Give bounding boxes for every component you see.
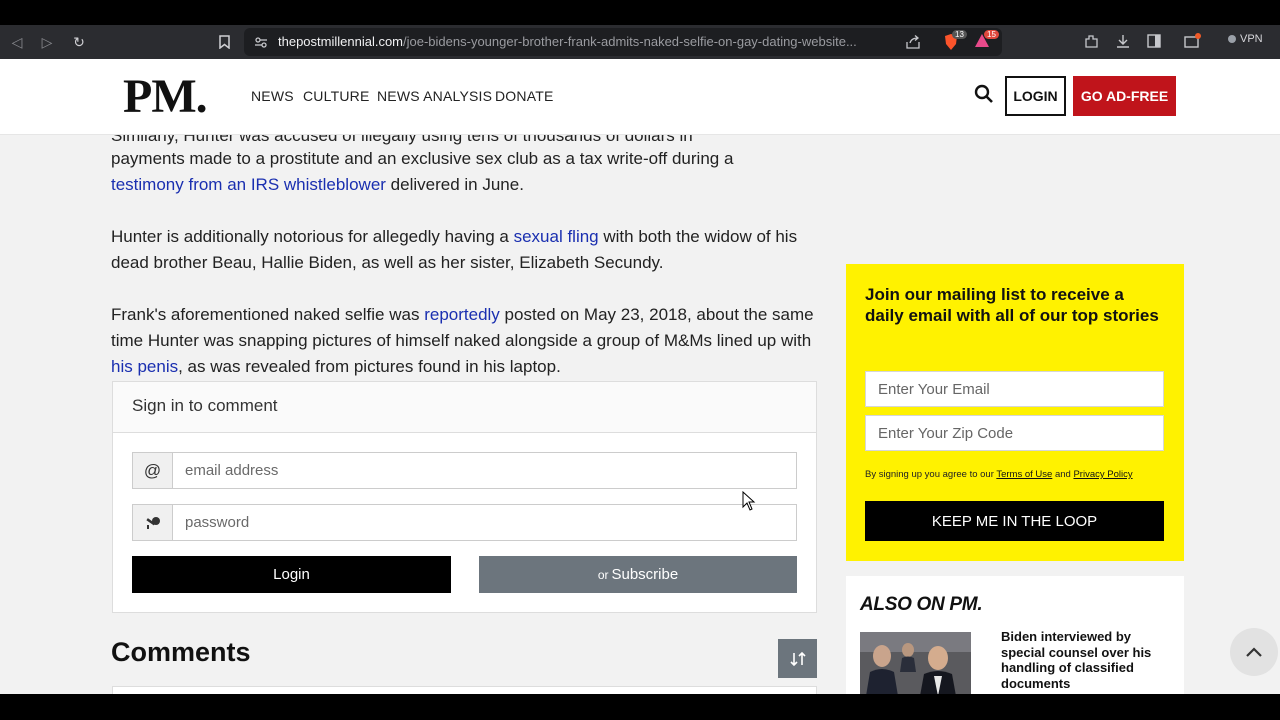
- sidebar-toggle-icon[interactable]: [1147, 34, 1161, 48]
- mailing-list-box: Join our mailing list to receive a daily…: [846, 264, 1184, 561]
- nav-news-analysis[interactable]: NEWS ANALYSIS: [377, 88, 492, 104]
- also-on-pm-box: ALSO ON PM. Biden interviewed by special…: [846, 576, 1184, 694]
- also-on-pm-title: ALSO ON PM.: [860, 594, 983, 615]
- downloads-icon[interactable]: [1116, 34, 1130, 49]
- subscribe-label: Subscribe: [611, 566, 679, 583]
- url-text[interactable]: thepostmillennial.com/joe-bidens-younger…: [278, 34, 898, 49]
- mouse-cursor-icon: [742, 490, 756, 516]
- also-on-pm-headline[interactable]: Biden interviewed by special counsel ove…: [1001, 629, 1171, 691]
- back-icon[interactable]: ◁: [6, 31, 28, 53]
- comment-login-button[interactable]: Login: [132, 556, 451, 593]
- article-paragraph-2: Hunter is additionally notorious for all…: [111, 224, 816, 276]
- rewards-count-badge: 15: [984, 30, 999, 39]
- vpn-button[interactable]: VPN: [1228, 33, 1263, 45]
- password-placeholder: password: [185, 514, 250, 531]
- terms-prefix: By signing up you agree to our: [865, 469, 997, 480]
- sign-in-comment-box: Sign in to comment @ email address passw…: [112, 381, 817, 613]
- sort-arrows-icon[interactable]: [778, 639, 817, 678]
- sign-in-heading: Sign in to comment: [113, 382, 816, 433]
- subscribe-or-text: or: [597, 567, 609, 582]
- article-text: , as was revealed from pictures found in…: [178, 357, 561, 376]
- his-penis-link[interactable]: his penis: [111, 357, 178, 376]
- mailing-email-input[interactable]: Enter Your Email: [865, 371, 1164, 407]
- at-sign-icon: @: [133, 453, 173, 488]
- site-header: PM. NEWS CULTURE NEWS ANALYSIS DONATE LO…: [0, 59, 1280, 135]
- extensions-icon[interactable]: [1084, 34, 1099, 49]
- article-paragraph-3: Frank's aforementioned naked selfie was …: [111, 302, 816, 380]
- site-logo[interactable]: PM.: [123, 69, 208, 124]
- page-content: Similarly, Hunter was accused of illegal…: [0, 135, 1280, 694]
- forward-icon[interactable]: ▷: [36, 31, 58, 53]
- share-icon[interactable]: [906, 35, 921, 49]
- sexual-fling-link[interactable]: sexual fling: [514, 227, 599, 246]
- vpn-status-icon: [1228, 35, 1236, 44]
- shield-count-badge: 13: [952, 30, 967, 39]
- mailing-zip-placeholder: Enter Your Zip Code: [878, 425, 1014, 442]
- comment-password-field[interactable]: password: [132, 504, 797, 541]
- mailing-terms-text: By signing up you agree to our Terms of …: [865, 469, 1133, 480]
- reload-icon[interactable]: ↻: [68, 31, 90, 53]
- chevron-up-icon: [1246, 647, 1262, 657]
- terms-and: and: [1052, 469, 1074, 480]
- go-ad-free-button[interactable]: GO AD-FREE: [1073, 76, 1176, 116]
- privacy-policy-link[interactable]: Privacy Policy: [1073, 469, 1132, 480]
- reportedly-link[interactable]: reportedly: [424, 305, 500, 324]
- header-login-button[interactable]: LOGIN: [1005, 76, 1066, 116]
- article-paragraph-1: payments made to a prostitute and an exc…: [111, 146, 816, 198]
- scroll-to-top-button[interactable]: [1230, 628, 1278, 676]
- mailing-email-placeholder: Enter Your Email: [878, 381, 990, 398]
- article-text: Frank's aforementioned naked selfie was: [111, 305, 425, 324]
- mailing-zip-input[interactable]: Enter Your Zip Code: [865, 415, 1164, 451]
- nav-news[interactable]: NEWS: [251, 88, 294, 104]
- terms-of-use-link[interactable]: Terms of Use: [996, 469, 1052, 480]
- article-text: Similarly, Hunter was accused of illegal…: [111, 135, 693, 145]
- top-letterbox: [0, 0, 1280, 25]
- nav-donate[interactable]: DONATE: [495, 88, 554, 104]
- article-text: delivered in June.: [385, 175, 524, 194]
- browser-toolbar: ◁ ▷ ↻ thepostmillennial.com/joe-bidens-y…: [0, 25, 1280, 59]
- address-bar[interactable]: thepostmillennial.com/joe-bidens-younger…: [244, 28, 1002, 56]
- bookmark-icon[interactable]: [213, 31, 235, 53]
- bottom-letterbox: [0, 694, 1280, 720]
- comments-list: [112, 686, 817, 694]
- comment-email-field[interactable]: @ email address: [132, 452, 797, 489]
- irs-whistleblower-link[interactable]: testimony from an IRS whistleblower: [111, 175, 386, 194]
- comments-title: Comments: [111, 637, 251, 667]
- wallet-icon[interactable]: [1184, 33, 1202, 49]
- key-icon: [133, 505, 173, 540]
- article-text: payments made to a prostitute and an exc…: [111, 149, 734, 168]
- comment-subscribe-button[interactable]: or Subscribe: [479, 556, 797, 593]
- article-text: Hunter is additionally notorious for all…: [111, 227, 514, 246]
- email-placeholder: email address: [185, 462, 279, 479]
- keep-me-in-the-loop-button[interactable]: KEEP ME IN THE LOOP: [865, 501, 1164, 541]
- also-on-pm-thumbnail[interactable]: [860, 632, 971, 694]
- search-icon[interactable]: [974, 84, 994, 104]
- nav-culture[interactable]: CULTURE: [303, 88, 369, 104]
- mailing-list-title: Join our mailing list to receive a daily…: [865, 285, 1159, 325]
- site-info-icon[interactable]: [254, 35, 268, 49]
